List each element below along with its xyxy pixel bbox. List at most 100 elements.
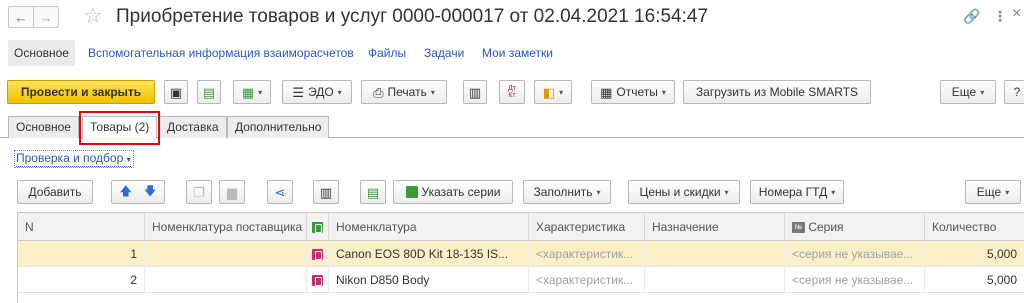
col-header-supplier-item[interactable]: Номенклатура поставщика	[145, 213, 307, 241]
specify-series-button[interactable]: Указать серии	[393, 180, 513, 204]
chevron-down-icon: ▾	[337, 87, 342, 97]
command-bar: Провести и закрыть ▣ ▤ ▦ ▾ ☰ ЭДО ▾ ⎙ Печать ▾…	[0, 80, 1024, 106]
col-header-series[interactable]: № Серия	[785, 213, 925, 241]
col-header-n[interactable]: N	[18, 213, 145, 241]
cell-supplier-item[interactable]	[145, 241, 307, 267]
col-header-characteristic[interactable]: Характеристика	[529, 213, 645, 241]
printer-icon: ⎙	[373, 84, 384, 100]
check-document-button[interactable]: ▤	[360, 180, 386, 204]
chevron-down-icon: ▾	[980, 87, 985, 97]
cell-item[interactable]: Canon EOS 80D Kit 18-135 IS...	[329, 241, 529, 267]
section-link-files[interactable]: Файлы	[368, 40, 406, 66]
chevron-down-icon: ▾	[126, 155, 131, 164]
product-icon	[312, 249, 323, 261]
cell-series[interactable]: <серия не указывае...	[785, 241, 925, 267]
move-buttons: 🡅 🡇	[111, 180, 165, 204]
title-bar: ← → ☆ Приобретение товаров и услуг 0000-…	[0, 0, 1024, 36]
favorite-star-icon[interactable]: ☆	[83, 3, 103, 29]
cell-qty[interactable]: 5,000	[925, 241, 1024, 267]
load-mobile-smarts-button[interactable]: Загрузить из Mobile SMARTS	[683, 80, 871, 104]
table-row[interactable]: 1 Canon EOS 80D Kit 18-135 IS... <характ…	[18, 241, 1024, 267]
reports-button[interactable]: ▦ Отчеты ▾	[591, 80, 675, 104]
cell-purpose[interactable]	[645, 267, 785, 293]
arrow-right-icon: →	[39, 9, 53, 25]
back-button[interactable]: ←	[8, 6, 34, 28]
tab-main[interactable]: Основное	[8, 116, 79, 138]
section-link-notes[interactable]: Мои заметки	[482, 40, 553, 66]
chevron-down-icon: ▾	[559, 87, 564, 97]
col-header-item[interactable]: Номенклатура	[329, 213, 529, 241]
goods-table: N Номенклатура поставщика Номенклатура Х…	[17, 212, 1024, 303]
check-and-select-link[interactable]: Проверка и подбор ▾	[16, 152, 131, 167]
tab-delivery[interactable]: Доставка	[159, 116, 227, 138]
cell-n: 1	[18, 241, 145, 267]
document-icon: ▥	[468, 84, 482, 100]
table-more-button[interactable]: Еще ▾	[965, 180, 1021, 204]
arrow-down-icon[interactable]: 🡇	[144, 182, 156, 203]
split-icon: ⋖	[274, 184, 286, 200]
post-and-close-button[interactable]: Провести и закрыть	[7, 80, 155, 104]
split-row-button[interactable]: ⋖	[267, 180, 293, 204]
forward-button[interactable]: →	[33, 6, 59, 28]
cell-item-icon	[307, 267, 329, 293]
chevron-down-icon: ▾	[1005, 187, 1010, 197]
save-button[interactable]: ▣	[164, 80, 188, 104]
more-actions-icon[interactable]: ⋮	[993, 8, 1007, 25]
edo-label: ЭДО	[307, 85, 334, 99]
more-label: Еще	[951, 85, 977, 99]
arrow-up-icon[interactable]: 🡅	[120, 182, 132, 203]
help-button[interactable]: ?	[1004, 80, 1024, 104]
create-based-on-button[interactable]: ▦ ▾	[233, 80, 271, 104]
paste-icon: ▆	[227, 184, 237, 200]
cell-item[interactable]: Nikon D850 Body	[329, 267, 529, 293]
cell-characteristic[interactable]: <характеристик...	[529, 241, 645, 267]
print-button[interactable]: ⎙ Печать ▾	[361, 80, 447, 104]
tab-additional[interactable]: Дополнительно	[227, 116, 330, 138]
table-header: N Номенклатура поставщика Номенклатура Х…	[18, 213, 1024, 241]
paste-button[interactable]: ▆	[219, 180, 245, 204]
cell-series[interactable]: <серия не указывае...	[785, 267, 925, 293]
chevron-down-icon: ▾	[596, 187, 601, 197]
document-list-button[interactable]: ▥	[463, 80, 487, 104]
section-link-settlements-info[interactable]: Вспомогательная информация взаиморасчето…	[88, 40, 354, 66]
debit-credit-button[interactable]: Дт Кт	[499, 80, 525, 104]
highlight-frame	[79, 111, 160, 145]
cell-qty[interactable]: 5,000	[925, 267, 1024, 293]
copy-button[interactable]: ❐	[186, 180, 212, 204]
cell-characteristic[interactable]: <характеристик...	[529, 267, 645, 293]
chevron-down-icon: ▾	[831, 187, 836, 197]
prices-discounts-button[interactable]: Цены и скидки ▾	[628, 180, 740, 204]
table-toolbar: Добавить 🡅 🡇 ❐ ▆ ⋖ ▥ ▤ Указать серии Зап…	[0, 180, 1024, 204]
gtd-numbers-button[interactable]: Номера ГТД ▾	[750, 180, 844, 204]
debit-credit-icon: Дт Кт	[508, 85, 516, 99]
col-header-purpose[interactable]: Назначение	[645, 213, 785, 241]
series-icon: №	[792, 222, 805, 234]
section-link-tasks[interactable]: Задачи	[424, 40, 464, 66]
more-button[interactable]: Еще ▾	[940, 80, 996, 104]
fill-button[interactable]: Заполнить ▾	[523, 180, 611, 204]
barcode-button[interactable]: ▥	[313, 180, 339, 204]
product-icon	[312, 275, 323, 287]
page-title: Приобретение товаров и услуг 0000-000017…	[116, 6, 709, 27]
section-main[interactable]: Основное	[8, 40, 75, 66]
specify-series-label: Указать серии	[421, 185, 501, 199]
cell-purpose[interactable]	[645, 241, 785, 267]
table-row[interactable]: 2 Nikon D850 Body <характеристик... <сер…	[18, 267, 1024, 293]
cell-supplier-item[interactable]	[145, 267, 307, 293]
col-header-qty[interactable]: Количество	[925, 213, 1024, 241]
report-icon: ▦	[600, 84, 613, 100]
edo-button[interactable]: ☰ ЭДО ▾	[282, 80, 352, 104]
reports-label: Отчеты	[616, 85, 658, 99]
barcode-icon: ▥	[319, 184, 333, 200]
chevron-down-icon: ▾	[724, 187, 729, 197]
link-icon[interactable]: 🔗	[963, 8, 980, 25]
fill-label: Заполнить	[533, 185, 593, 199]
post-button[interactable]: ▤	[197, 80, 221, 104]
cell-n: 2	[18, 267, 145, 293]
floppy-disk-icon: ▣	[169, 84, 183, 100]
chevron-down-icon: ▾	[661, 87, 666, 97]
add-row-button[interactable]: Добавить	[17, 180, 93, 204]
close-icon[interactable]: ×	[1012, 5, 1021, 23]
attachments-button[interactable]: ◧ ▾	[534, 80, 572, 104]
check-link-label: Проверка и подбор	[16, 151, 124, 165]
